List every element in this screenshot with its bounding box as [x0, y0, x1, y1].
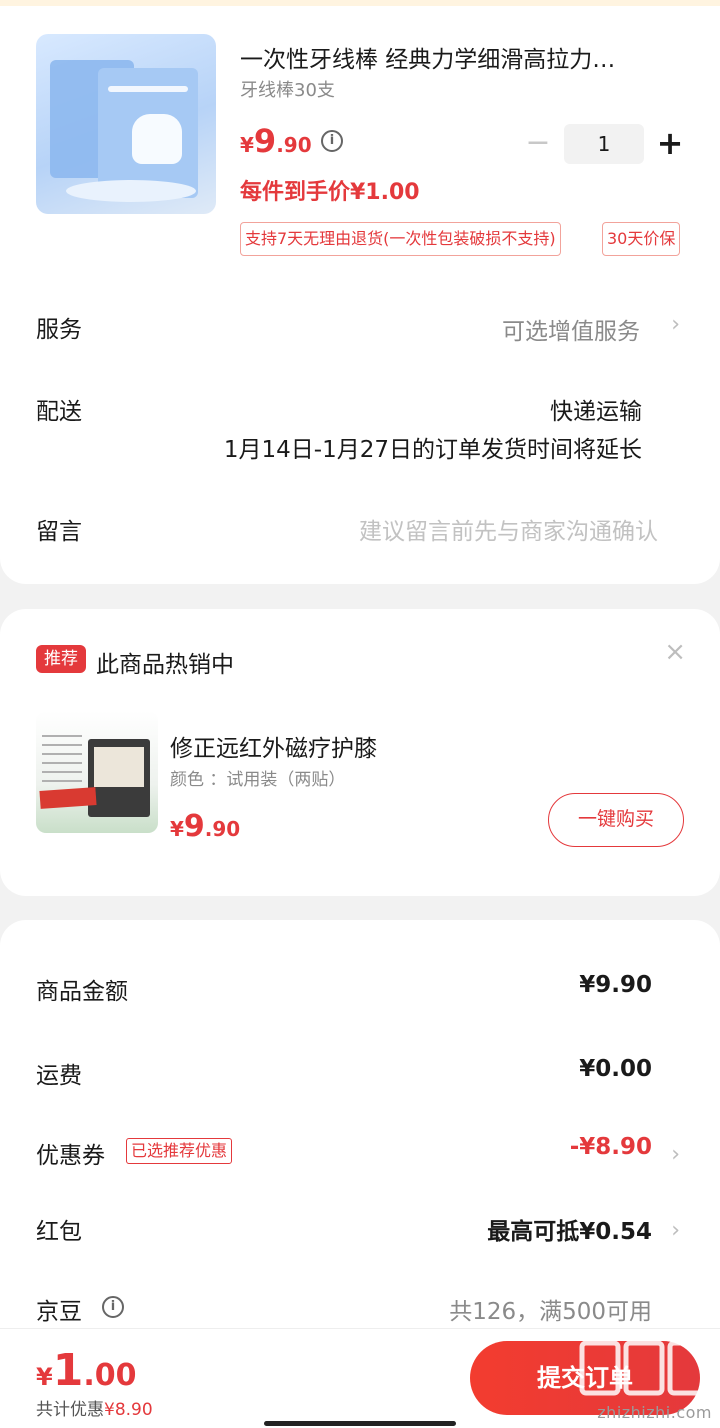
price-info-icon[interactable]: i: [321, 130, 343, 152]
close-icon[interactable]: ×: [664, 637, 686, 667]
service-label: 服务: [36, 317, 82, 343]
chevron-right-icon[interactable]: ›: [671, 1218, 680, 1243]
recommend-price-currency: ¥: [170, 817, 184, 841]
coupon-selected-tag[interactable]: 已选推荐优惠: [126, 1138, 233, 1164]
coupon-label: 优惠券: [36, 1143, 105, 1169]
recommend-title: 此商品热销中: [96, 652, 234, 678]
shipping-method[interactable]: 快递运输: [550, 392, 642, 426]
service-value[interactable]: 可选增值服务: [502, 312, 640, 346]
recommend-price-integer: 9: [183, 809, 205, 844]
saving-value: ¥8.90: [104, 1400, 153, 1420]
recommend-item-price: ¥9.90: [170, 809, 240, 844]
home-indicator[interactable]: [264, 1421, 456, 1426]
beans-info-icon[interactable]: i: [102, 1296, 124, 1318]
total-decimal: .00: [83, 1358, 137, 1393]
jd-beans-value: 共126，满500可用: [449, 1299, 652, 1325]
recommend-price-decimal: .90: [204, 817, 241, 841]
recommendation-card: 推荐 此商品热销中 × 修正远红外磁疗护膝 颜色 ：试用装（两贴） ¥9.90 …: [0, 609, 720, 896]
product-price: ¥9.90: [240, 122, 312, 160]
price-decimal: .90: [276, 133, 312, 157]
quantity-decrease-button[interactable]: −: [524, 124, 552, 164]
recommend-item-spec: 颜色 ：试用装（两贴）: [170, 770, 346, 790]
total-saving: 共计优惠¥8.90: [36, 1395, 153, 1420]
red-packet-value[interactable]: 最高可抵¥0.54: [487, 1212, 652, 1246]
total-currency: ¥: [36, 1363, 53, 1391]
quantity-input[interactable]: 1: [564, 124, 644, 164]
chevron-right-icon[interactable]: ›: [671, 312, 680, 337]
saving-prefix: 共计优惠: [36, 1400, 104, 1420]
message-label: 留言: [36, 519, 82, 545]
total-integer: 1: [52, 1345, 84, 1396]
red-packet-label: 红包: [36, 1219, 82, 1245]
message-input[interactable]: 建议留言前先与商家沟通确认: [359, 512, 658, 546]
quantity-increase-button[interactable]: +: [656, 124, 684, 164]
goods-amount-value: ¥9.90: [579, 972, 652, 998]
freight-label: 运费: [36, 1063, 82, 1089]
jd-beans-label: 京豆: [36, 1299, 82, 1325]
return-policy-tag[interactable]: 支持7天无理由退货(一次性包装破损不支持): [240, 222, 561, 256]
product-title[interactable]: 一次性牙线棒 经典力学细滑高拉力…: [240, 40, 680, 74]
shipping-note: 1月14日-1月27日的订单发货时间将延长: [223, 437, 642, 463]
goods-amount-label: 商品金额: [36, 979, 128, 1005]
price-currency: ¥: [240, 133, 254, 157]
checkout-bar: ¥1.00 共计优惠¥8.90 提交订单 zhizhizhi.com: [0, 1328, 720, 1428]
order-item-card: 一次性牙线棒 经典力学细滑高拉力… 牙线棒30支 ¥9.90 i − 1 + 每…: [0, 6, 720, 584]
coupon-value[interactable]: -¥8.90: [570, 1134, 652, 1160]
chevron-right-icon[interactable]: ›: [671, 1142, 680, 1167]
unit-final-price: 每件到手价¥1.00: [240, 180, 420, 205]
price-summary-card: 商品金额 ¥9.90 运费 ¥0.00 优惠券 已选推荐优惠 -¥8.90 › …: [0, 920, 720, 1340]
recommend-item-thumbnail[interactable]: [36, 711, 158, 833]
product-thumbnail[interactable]: [36, 34, 216, 214]
recommend-badge: 推荐: [36, 645, 86, 673]
watermark-text: zhizhizhi.com: [597, 1403, 712, 1422]
shipping-label: 配送: [36, 399, 82, 425]
price-integer: 9: [253, 122, 277, 160]
price-protect-tag[interactable]: 30天价保: [602, 222, 681, 256]
freight-value: ¥0.00: [579, 1056, 652, 1082]
total-price: ¥1.00: [36, 1345, 136, 1396]
one-click-buy-button[interactable]: 一键购买: [548, 793, 684, 847]
product-spec[interactable]: 牙线棒30支: [240, 76, 335, 102]
recommend-item-name[interactable]: 修正远红外磁疗护膝: [170, 729, 377, 763]
